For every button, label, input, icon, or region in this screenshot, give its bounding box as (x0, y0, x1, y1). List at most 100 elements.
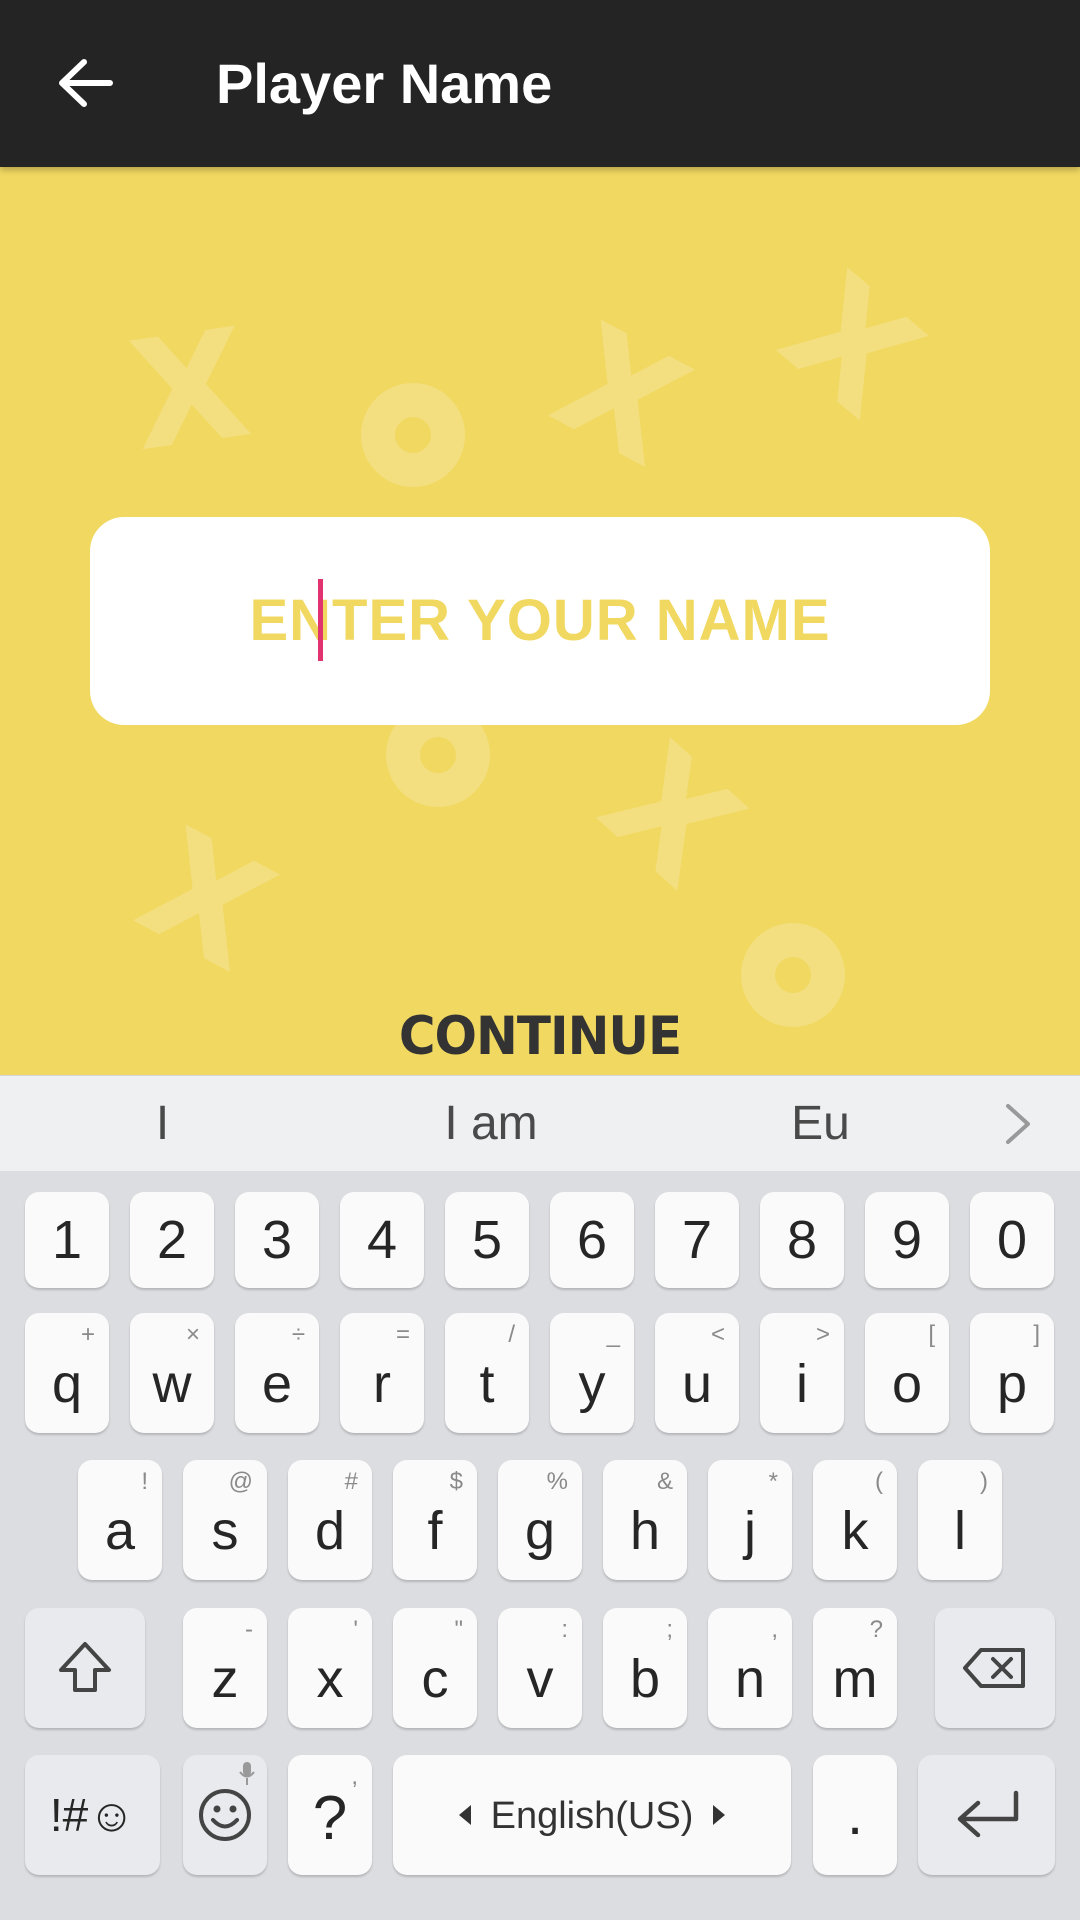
key-o[interactable]: [o (865, 1313, 949, 1433)
key-c[interactable]: " c (393, 1608, 477, 1728)
suggestion-bar: I I am Eu (0, 1075, 1080, 1171)
backspace-key[interactable] (935, 1608, 1055, 1728)
key-v[interactable]: :v (498, 1608, 582, 1728)
emoji-key[interactable] (183, 1755, 267, 1875)
question-key-label: ? (312, 1784, 348, 1853)
key-q-hint: + (80, 1321, 95, 1348)
key-9[interactable]: 9 (865, 1192, 949, 1288)
enter-key[interactable] (918, 1755, 1055, 1875)
key-j-label: j (744, 1501, 756, 1561)
key-f-label: f (427, 1501, 443, 1561)
key-0[interactable]: 0 (970, 1192, 1054, 1288)
key-y-label: y (578, 1354, 606, 1414)
key-4-label: 4 (366, 1210, 398, 1270)
shift-icon (59, 1642, 111, 1692)
key-t[interactable]: / t (445, 1313, 529, 1433)
key-s-hint: @ (228, 1468, 253, 1495)
period-key[interactable]: . (813, 1755, 897, 1875)
key-z-label: z (211, 1649, 239, 1709)
key-g-label: g (524, 1501, 556, 1561)
key-e-hint: ÷ (291, 1321, 305, 1348)
key-s-label: s (211, 1501, 239, 1561)
space-key-label: English(US) (490, 1795, 694, 1837)
key-6-label: 6 (576, 1210, 608, 1270)
key-v-label: v (526, 1649, 554, 1709)
key-9-label: 9 (891, 1210, 923, 1270)
question-key[interactable]: , ? (288, 1755, 372, 1875)
key-w-hint: × (185, 1321, 200, 1348)
key-t-hint: / (508, 1321, 515, 1348)
key-5-label: 5 (471, 1210, 503, 1270)
key-q-label: q (51, 1354, 83, 1414)
key-i-label: i (796, 1354, 808, 1414)
key-h[interactable]: & h (603, 1460, 687, 1580)
key-a[interactable]: ! a (78, 1460, 162, 1580)
suggestion-3[interactable]: Eu (718, 1076, 923, 1171)
key-k[interactable]: (k (813, 1460, 897, 1580)
key-d[interactable]: # d (288, 1460, 372, 1580)
suggestion-2[interactable]: I am (386, 1076, 596, 1171)
key-0-label: 0 (996, 1210, 1028, 1270)
key-1[interactable]: 1 (25, 1192, 109, 1288)
key-m[interactable]: ? m (813, 1608, 897, 1728)
key-x-hint: ' (353, 1616, 358, 1643)
key-h-hint: & (656, 1468, 673, 1495)
key-g-hint: % (546, 1468, 568, 1495)
key-r-hint: = (395, 1321, 410, 1348)
key-2[interactable]: 2 (130, 1192, 214, 1288)
key-1-label: 1 (51, 1210, 83, 1270)
name-entry-area: X X X X X ENTER YOUR NAME CONTINUE (0, 167, 1080, 1075)
key-u-hint: < (710, 1321, 725, 1348)
svg-text:X: X (569, 713, 771, 920)
key-y[interactable]: _ y (550, 1313, 634, 1433)
key-p[interactable]: ] p (970, 1313, 1054, 1433)
text-caret (318, 579, 323, 661)
key-z-hint: - (245, 1616, 253, 1643)
chevron-right-icon[interactable] (998, 1102, 1038, 1146)
key-m-label: m (832, 1649, 878, 1709)
key-z[interactable]: -z (183, 1608, 267, 1728)
key-g[interactable]: % g (498, 1460, 582, 1580)
soft-keyboard: I I am Eu 1 2 3 4 5 6 7 8 9 0 + q × w ÷ e = r / t _ y < u > i[o] p… (0, 1075, 1080, 1920)
key-s[interactable]: @ s (183, 1460, 267, 1580)
key-7[interactable]: 7 (655, 1192, 739, 1288)
key-l-label: l (954, 1501, 966, 1561)
key-b-hint: ; (666, 1616, 673, 1643)
key-t-label: t (479, 1354, 495, 1414)
suggestion-1[interactable]: I (60, 1076, 265, 1171)
key-h-label: h (629, 1501, 661, 1561)
symbols-key[interactable]: !#☺ (25, 1755, 160, 1875)
key-4[interactable]: 4 (340, 1192, 424, 1288)
key-3[interactable]: 3 (235, 1192, 319, 1288)
shift-key[interactable] (25, 1608, 145, 1728)
key-q[interactable]: + q (25, 1313, 109, 1433)
key-y-hint: _ (606, 1321, 620, 1348)
key-e[interactable]: ÷ e (235, 1313, 319, 1433)
key-w[interactable]: × w (130, 1313, 214, 1433)
key-6[interactable]: 6 (550, 1192, 634, 1288)
key-5[interactable]: 5 (445, 1192, 529, 1288)
player-name-input[interactable] (90, 517, 994, 727)
key-p-label: p (996, 1354, 1028, 1414)
key-r-label: r (373, 1354, 391, 1414)
svg-text:X: X (750, 242, 950, 450)
key-8[interactable]: 8 (760, 1192, 844, 1288)
key-v-hint: : (561, 1616, 568, 1643)
key-a-label: a (104, 1501, 136, 1561)
symbols-key-label: !#☺ (49, 1789, 136, 1841)
key-n[interactable]: ,n (708, 1608, 792, 1728)
app-bar: Player Name (0, 0, 1080, 167)
key-l-hint: ) (980, 1468, 988, 1495)
key-u[interactable]: < u (655, 1313, 739, 1433)
continue-button[interactable]: CONTINUE (0, 1006, 1080, 1067)
key-j[interactable]: * j (708, 1460, 792, 1580)
space-key[interactable]: English(US) (393, 1755, 791, 1875)
key-f[interactable]: $ f (393, 1460, 477, 1580)
key-r[interactable]: = r (340, 1313, 424, 1433)
back-arrow-icon[interactable] (52, 50, 118, 116)
key-b[interactable]: ; b (603, 1608, 687, 1728)
key-x[interactable]: ' x (288, 1608, 372, 1728)
key-j-hint: * (768, 1468, 778, 1495)
key-i[interactable]: > i (760, 1313, 844, 1433)
key-l[interactable]: ) l (918, 1460, 1002, 1580)
